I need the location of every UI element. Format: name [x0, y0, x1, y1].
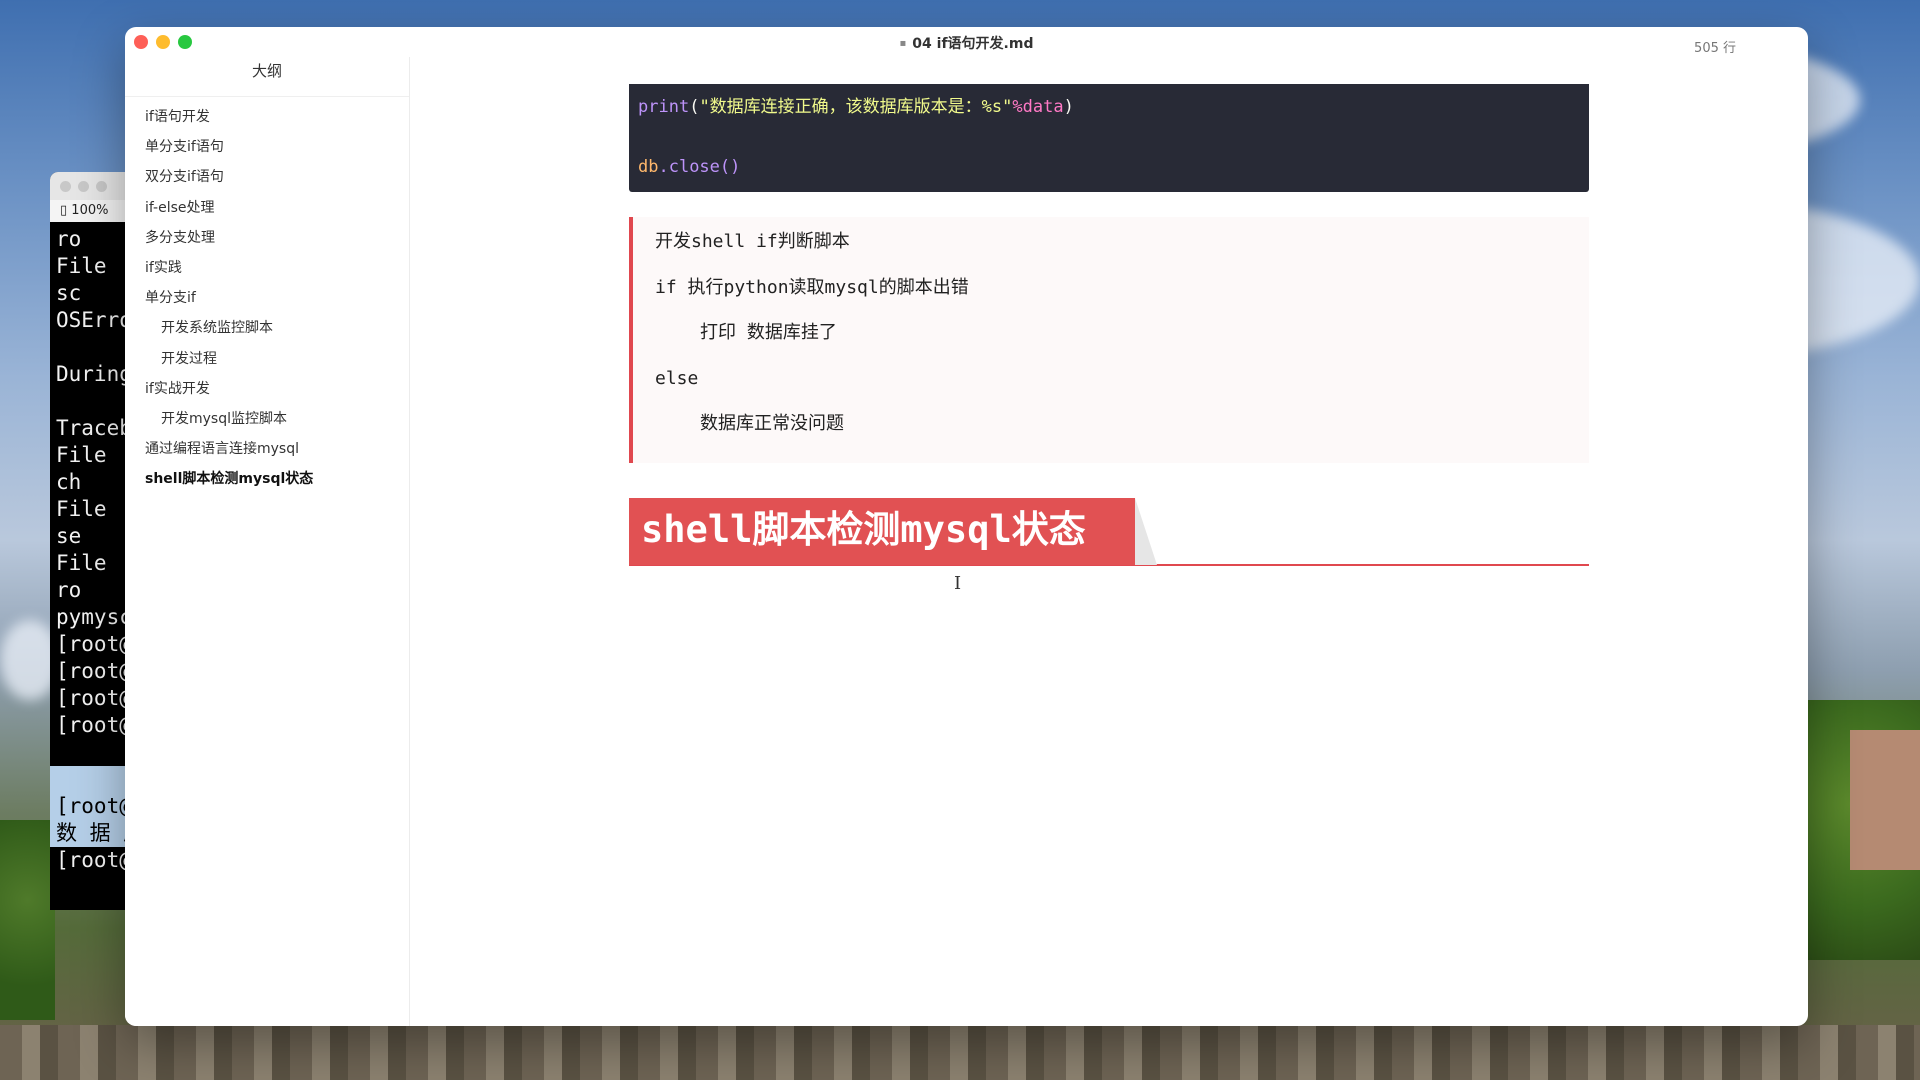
- outline-list: if语句开发 单分支if语句 双分支if语句 if-else处理 多分支处理 i…: [125, 97, 409, 497]
- blockquote[interactable]: 开发shell if判断脚本 if 执行python读取mysql的脚本出错 打…: [629, 217, 1589, 463]
- code-line: db.close(): [638, 152, 1580, 182]
- section-heading[interactable]: shell脚本检测mysql状态: [629, 498, 1589, 566]
- outline-item[interactable]: if语句开发: [125, 105, 409, 135]
- code-function: print: [638, 97, 690, 117]
- outline-title: 大纲: [125, 57, 409, 97]
- minimize-icon[interactable]: [78, 181, 89, 192]
- outline-item[interactable]: 通过编程语言连接mysql: [125, 437, 409, 467]
- quote-line: else: [655, 367, 699, 389]
- quote-line: 数据库正常没问题: [700, 413, 844, 434]
- outline-sidebar: 大纲 if语句开发 单分支if语句 双分支if语句 if-else处理 多分支处…: [125, 57, 410, 1026]
- house: [1850, 730, 1920, 870]
- window-titlebar[interactable]: ▪ 04 if语句开发.md 505 行: [125, 27, 1808, 57]
- code-string: "数据库连接正确，该数据库版本是：%s": [699, 97, 1013, 117]
- code-paren: ): [1063, 97, 1074, 117]
- outline-item[interactable]: if实践: [125, 256, 409, 286]
- outline-item[interactable]: 多分支处理: [125, 226, 409, 256]
- outline-item[interactable]: if-else处理: [125, 196, 409, 226]
- code-method: .close(): [658, 157, 741, 177]
- trees: [0, 820, 55, 1020]
- code-block[interactable]: print("数据库连接正确，该数据库版本是：%s"%data) db.clos…: [629, 84, 1589, 192]
- editor-window: ▪ 04 if语句开发.md 505 行 大纲 if语句开发 单分支if语句 双分…: [125, 27, 1808, 1026]
- outline-item[interactable]: 单分支if语句: [125, 135, 409, 165]
- document-editor[interactable]: print("数据库连接正确，该数据库版本是：%s"%data) db.clos…: [411, 57, 1808, 1026]
- outline-item[interactable]: 开发系统监控脚本: [125, 316, 409, 346]
- outline-item[interactable]: 单分支if: [125, 286, 409, 316]
- close-icon[interactable]: [60, 181, 71, 192]
- stone-ground: [0, 1025, 1920, 1080]
- document-icon: ▪: [899, 38, 907, 49]
- outline-item[interactable]: if实战开发: [125, 377, 409, 407]
- outline-item[interactable]: 开发过程: [125, 347, 409, 377]
- window-title: ▪ 04 if语句开发.md: [125, 33, 1808, 53]
- quote-line: if 执行python读取mysql的脚本出错: [655, 276, 969, 298]
- zoom-icon[interactable]: [96, 181, 107, 192]
- outline-item[interactable]: 开发mysql监控脚本: [125, 407, 409, 437]
- quote-line: 打印 数据库挂了: [700, 322, 837, 343]
- code-line: print("数据库连接正确，该数据库版本是：%s"%data): [638, 92, 1580, 122]
- quote-line: 开发shell if判断脚本: [655, 231, 850, 252]
- heading-decoration: [1135, 498, 1157, 565]
- text-cursor-icon: I: [954, 573, 962, 594]
- code-variable: %data: [1012, 97, 1064, 117]
- line-count: 505 行: [1694, 41, 1736, 56]
- outline-item-active[interactable]: shell脚本检测mysql状态: [125, 467, 409, 497]
- code-object: db: [638, 157, 659, 177]
- outline-item[interactable]: 双分支if语句: [125, 165, 409, 195]
- code-paren: (: [689, 97, 700, 117]
- heading-text: shell脚本检测mysql状态: [629, 498, 1135, 565]
- window-title-text: 04 if语句开发.md: [912, 36, 1034, 52]
- terminal-zoom: 100%: [71, 203, 109, 218]
